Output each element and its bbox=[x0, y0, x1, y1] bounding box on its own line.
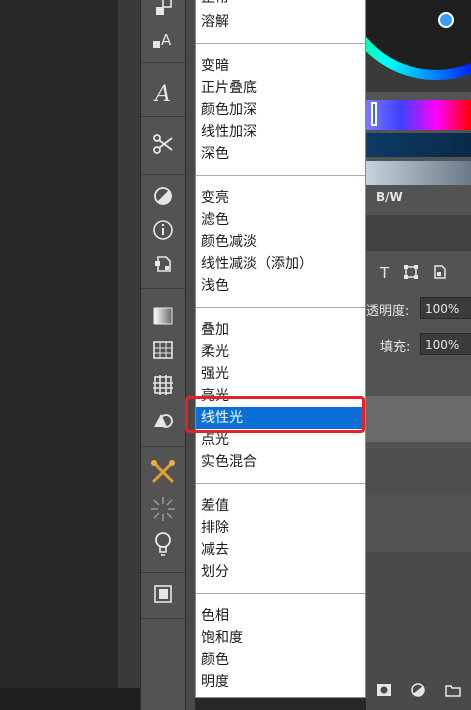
canvas-edge bbox=[118, 0, 140, 710]
hash-grid-icon[interactable] bbox=[141, 371, 185, 399]
menu-item-multiply[interactable]: 正片叠底 bbox=[196, 77, 365, 99]
menu-item-subtract[interactable]: 减去 bbox=[196, 539, 365, 561]
tools-panel: A A bbox=[140, 0, 186, 710]
layer-filter-icons: T bbox=[380, 264, 447, 284]
menu-item-hue[interactable]: 色相 bbox=[196, 605, 365, 627]
menu-item-darker-color[interactable]: 深色 bbox=[196, 143, 365, 165]
menu-item-hard-light[interactable]: 强光 bbox=[196, 363, 365, 385]
fill-field[interactable]: 100% bbox=[420, 333, 471, 355]
color-strip-dark[interactable] bbox=[366, 133, 471, 157]
menu-item-hard-mix[interactable]: 实色混合 bbox=[196, 451, 365, 473]
hue-strip[interactable] bbox=[366, 100, 471, 130]
brush-a-icon[interactable]: A bbox=[141, 80, 185, 108]
menu-item-exclusion[interactable]: 排除 bbox=[196, 517, 365, 539]
menu-item-overlay[interactable]: 叠加 bbox=[196, 319, 365, 341]
book-icon[interactable] bbox=[141, 580, 185, 608]
canvas-background bbox=[0, 0, 118, 710]
color-wheel[interactable] bbox=[366, 0, 471, 92]
bw-label: B/W bbox=[376, 190, 403, 204]
folder-icon[interactable] bbox=[445, 683, 461, 701]
type-icon[interactable]: A bbox=[141, 26, 185, 54]
adjustment-icon[interactable] bbox=[411, 683, 426, 701]
opacity-field[interactable]: 100% bbox=[420, 297, 471, 319]
layers-bottom-toolbar bbox=[366, 682, 471, 702]
annotation-highlight-box bbox=[185, 396, 365, 433]
menu-item-divide[interactable]: 划分 bbox=[196, 561, 365, 583]
svg-text:A: A bbox=[161, 31, 172, 49]
menu-item-difference[interactable]: 差值 bbox=[196, 495, 365, 517]
scissors-path-icon[interactable] bbox=[141, 130, 185, 158]
menu-item-color[interactable]: 颜色 bbox=[196, 649, 365, 671]
status-bar bbox=[0, 688, 140, 710]
layer-row[interactable] bbox=[366, 448, 471, 494]
blend-mode-menu: 正常 溶解 变暗 正片叠底 颜色加深 线性加深 深色 变亮 滤色 颜色减淡 线性… bbox=[195, 0, 366, 698]
menu-item-color-burn[interactable]: 颜色加深 bbox=[196, 99, 365, 121]
hue-slider-handle[interactable] bbox=[371, 102, 377, 126]
menu-item-luminosity[interactable]: 明度 bbox=[196, 671, 365, 693]
layers-panel-header bbox=[366, 215, 471, 251]
transform-icon[interactable] bbox=[403, 264, 419, 284]
smart-object-icon[interactable] bbox=[433, 264, 447, 284]
lightbulb-icon[interactable] bbox=[141, 530, 185, 558]
grid-icon[interactable] bbox=[141, 336, 185, 364]
menu-item-normal[interactable]: 正常 bbox=[196, 0, 365, 9]
menu-item-soft-light[interactable]: 柔光 bbox=[196, 341, 365, 363]
opacity-label: 透明度: bbox=[366, 304, 410, 319]
menu-item-linear-burn[interactable]: 线性加深 bbox=[196, 121, 365, 143]
3d-cube-icon[interactable] bbox=[141, 250, 185, 278]
menu-item-color-dodge[interactable]: 颜色减淡 bbox=[196, 231, 365, 253]
menu-item-linear-dodge[interactable]: 线性减淡（添加） bbox=[196, 253, 365, 275]
panel-gap bbox=[186, 0, 195, 710]
color-wheel-knob[interactable] bbox=[438, 12, 454, 28]
info-icon[interactable] bbox=[141, 216, 185, 244]
path-selection-icon[interactable] bbox=[141, 0, 185, 22]
menu-item-lighter-color[interactable]: 浅色 bbox=[196, 275, 365, 297]
layer-row-selected[interactable] bbox=[366, 396, 471, 442]
menu-item-dissolve[interactable]: 溶解 bbox=[196, 11, 365, 33]
type-filter-icon[interactable]: T bbox=[380, 264, 389, 284]
menu-item-darken[interactable]: 变暗 bbox=[196, 55, 365, 77]
menu-item-screen[interactable]: 滤色 bbox=[196, 209, 365, 231]
menu-item-saturation[interactable]: 饱和度 bbox=[196, 627, 365, 649]
color-strip-gray[interactable] bbox=[366, 161, 471, 185]
fill-label: 填充: bbox=[380, 340, 411, 355]
crossed-brushes-icon[interactable] bbox=[141, 458, 185, 486]
gradient-icon[interactable] bbox=[141, 302, 185, 330]
shapes-icon[interactable] bbox=[141, 406, 185, 434]
right-panel: B/W T 透明度: 100% 填充: 100% bbox=[366, 0, 471, 710]
burst-icon[interactable] bbox=[141, 495, 185, 523]
contrast-icon[interactable] bbox=[141, 182, 185, 210]
mask-icon[interactable] bbox=[376, 683, 392, 701]
menu-item-lighten[interactable]: 变亮 bbox=[196, 187, 365, 209]
